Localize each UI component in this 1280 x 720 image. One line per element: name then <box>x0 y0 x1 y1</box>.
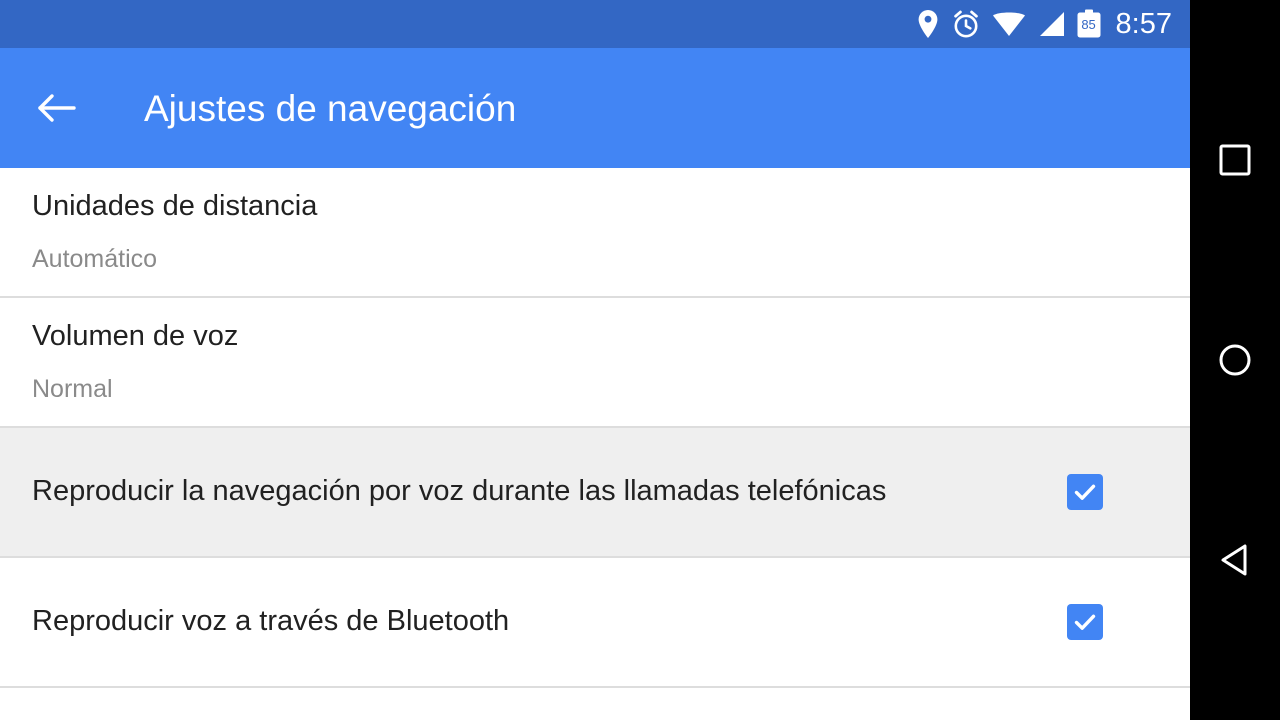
row-subtitle: Automático <box>32 245 158 274</box>
battery-icon: 85 <box>1076 9 1102 39</box>
phone-viewport: 85 8:57 Ajustes de navegación Unidades d… <box>0 0 1190 720</box>
status-clock: 8:57 <box>1115 7 1172 40</box>
page-title: Ajustes de navegación <box>144 87 517 129</box>
row-title: Reproducir la navegación por voz durante… <box>32 475 887 508</box>
recents-square-icon[interactable] <box>1190 115 1280 205</box>
cellular-signal-icon <box>1037 9 1065 39</box>
row-subtitle: Normal <box>32 375 113 404</box>
list-divider <box>0 686 1190 688</box>
row-title: Unidades de distancia <box>32 189 318 222</box>
settings-row-play-voice-during-calls[interactable]: Reproducir la navegación por voz durante… <box>0 428 1190 556</box>
battery-level-text: 85 <box>1081 16 1096 32</box>
screen: 85 8:57 Ajustes de navegación Unidades d… <box>0 0 1280 720</box>
settings-list: Unidades de distancia Automático Volumen… <box>0 168 1190 720</box>
settings-row-play-voice-over-bluetooth[interactable]: Reproducir voz a través de Bluetooth <box>0 558 1190 686</box>
row-title: Volumen de voz <box>32 319 239 352</box>
status-bar: 85 8:57 <box>0 0 1190 48</box>
alarm-icon <box>951 9 981 39</box>
settings-row-voice-volume[interactable]: Volumen de voz Normal <box>0 298 1190 426</box>
checkbox-play-voice-during-calls[interactable] <box>1067 474 1103 510</box>
settings-row-distance-units[interactable]: Unidades de distancia Automático <box>0 168 1190 296</box>
checkbox-play-voice-over-bluetooth[interactable] <box>1067 604 1103 640</box>
row-title: Reproducir voz a través de Bluetooth <box>32 605 510 638</box>
app-bar: Ajustes de navegación <box>0 48 1190 168</box>
home-circle-icon[interactable] <box>1190 315 1280 405</box>
navigation-bar <box>1190 0 1280 720</box>
location-icon <box>916 9 940 39</box>
back-arrow-icon[interactable] <box>32 84 80 132</box>
back-triangle-icon[interactable] <box>1190 515 1280 605</box>
wifi-icon <box>992 9 1026 39</box>
